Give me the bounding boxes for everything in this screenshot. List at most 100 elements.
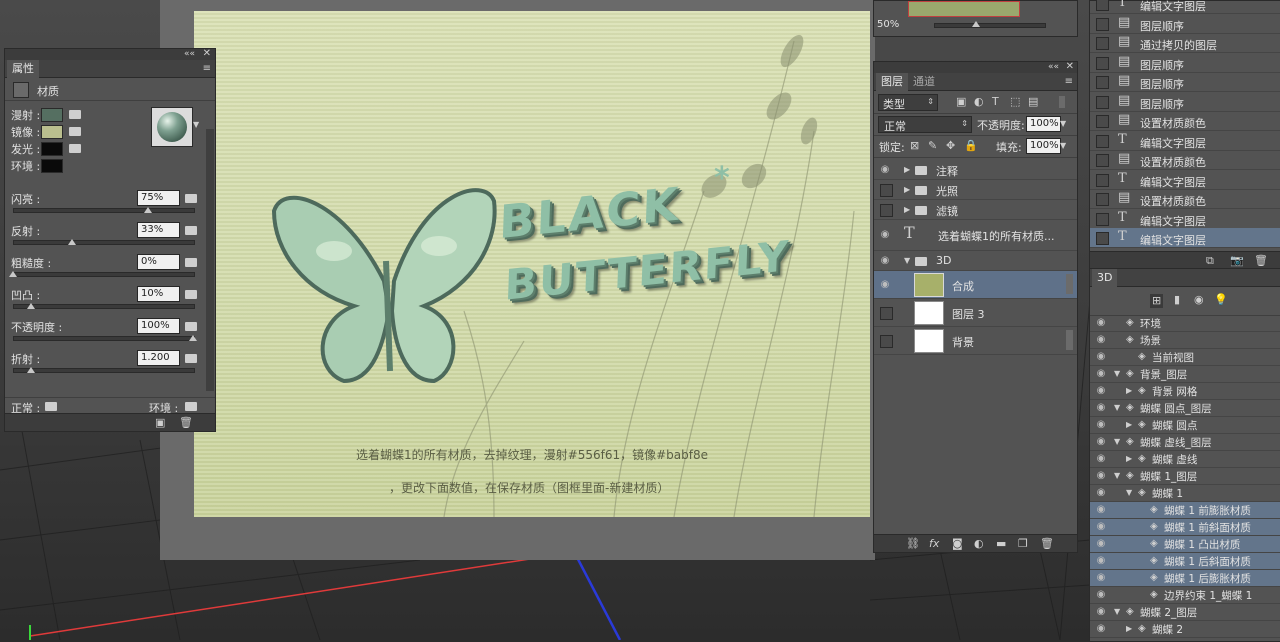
history-item[interactable]: T 编辑文字图层 xyxy=(1090,228,1280,248)
tab-properties[interactable]: 属性 xyxy=(7,60,39,78)
collapse-icon[interactable]: «« xyxy=(1048,61,1059,73)
link-layers-icon[interactable]: ⛓ xyxy=(906,538,920,550)
history-snapshot-box[interactable] xyxy=(1096,212,1109,226)
eye-icon[interactable]: ◉ xyxy=(1095,402,1107,414)
param-value-input[interactable]: 33% xyxy=(137,222,180,238)
eye-icon[interactable]: ◉ xyxy=(1095,317,1107,329)
new-document-from-state-icon[interactable]: ⧉ xyxy=(1206,255,1214,267)
eye-icon[interactable]: ◉ xyxy=(1095,470,1107,482)
eye-icon[interactable]: ◉ xyxy=(1095,351,1107,363)
document-canvas[interactable]: BLACK BUTTERFLY * 选着蝴蝶1的所有材质，去掉纹理，漫射#556… xyxy=(194,11,870,517)
history-item[interactable]: ▤ 图层顺序 xyxy=(1090,92,1280,112)
expand-arrow-icon[interactable]: ▶ xyxy=(1126,623,1132,635)
eye-icon[interactable]: ◉ xyxy=(1095,419,1107,431)
tab-channels[interactable]: 通道 xyxy=(908,73,940,91)
layer-row[interactable]: ◉ ▶ 注释 xyxy=(874,160,1077,180)
material-section-icon[interactable] xyxy=(13,82,29,98)
layer-row[interactable]: 背景 xyxy=(874,327,1077,355)
param-slider[interactable] xyxy=(13,304,195,309)
navigator-zoom-value[interactable]: 50% xyxy=(877,19,899,30)
param-value-input[interactable]: 1.200 xyxy=(137,350,180,366)
param-texture-folder-icon[interactable] xyxy=(185,322,197,331)
param-value-input[interactable]: 75% xyxy=(137,190,180,206)
param-texture-folder-icon[interactable] xyxy=(185,226,197,235)
history-snapshot-box[interactable] xyxy=(1096,17,1109,31)
history-item[interactable]: ▤ 设置材质颜色 xyxy=(1090,111,1280,131)
history-item[interactable]: ▤ 图层顺序 xyxy=(1090,53,1280,73)
history-item[interactable]: T 编辑文字图层 xyxy=(1090,131,1280,151)
layer-row[interactable]: ▶ 滤镜 xyxy=(874,200,1077,220)
eye-icon[interactable]: ◉ xyxy=(1095,538,1107,550)
visibility-box[interactable] xyxy=(880,335,893,348)
delete-material-icon[interactable]: 🗑 xyxy=(179,417,193,429)
history-item[interactable]: ▤ 图层顺序 xyxy=(1090,14,1280,34)
eye-icon[interactable]: ◉ xyxy=(1095,623,1107,635)
history-item[interactable]: T 编辑文字图层 xyxy=(1090,209,1280,229)
param-texture-folder-icon[interactable] xyxy=(185,290,197,299)
fx-icon[interactable]: fx xyxy=(929,538,939,550)
scene-item[interactable]: ◉ ◈ 环境 xyxy=(1090,315,1280,332)
filter-type-icon[interactable]: T xyxy=(992,96,999,108)
scene-item[interactable]: ◉ ◈ 蝴蝶 1 前膨胀材质 xyxy=(1090,502,1280,519)
scene-item[interactable]: ◉ ▼ ◈ 背景_图层 xyxy=(1090,366,1280,383)
scene-item[interactable]: ◉ ▶ ◈ 蝴蝶 2 xyxy=(1090,621,1280,638)
expand-arrow-icon[interactable]: ▼ xyxy=(1114,470,1120,482)
snapshot-camera-icon[interactable]: 📷 xyxy=(1230,255,1244,267)
filter-toggle[interactable] xyxy=(1059,96,1065,108)
filter-pixel-icon[interactable]: ▣ xyxy=(956,96,966,108)
param-slider[interactable] xyxy=(13,368,195,373)
visibility-box[interactable] xyxy=(880,204,893,217)
param-slider-thumb[interactable] xyxy=(9,271,17,277)
scene-item[interactable]: ◉ ▶ ◈ 蝴蝶 虚线 xyxy=(1090,451,1280,468)
fill-slider-toggle[interactable]: ▼ xyxy=(1060,140,1066,152)
environment-folder-icon[interactable] xyxy=(185,402,197,411)
param-slider[interactable] xyxy=(13,336,195,341)
properties-scrollbar[interactable] xyxy=(206,129,214,391)
scene-item[interactable]: ◉ ▼ ◈ 蝴蝶 1 xyxy=(1090,485,1280,502)
param-texture-folder-icon[interactable] xyxy=(185,354,197,363)
lock-paint-icon[interactable]: ✎ xyxy=(928,140,937,152)
history-item[interactable]: ▤ 通过拷贝的图层 xyxy=(1090,33,1280,53)
close-icon[interactable]: ✕ xyxy=(203,48,211,60)
expand-arrow-icon[interactable]: ▶ xyxy=(904,204,910,216)
blend-mode-dropdown[interactable]: 正常 ⇕ xyxy=(878,116,972,133)
expand-arrow-icon[interactable]: ▶ xyxy=(904,184,910,196)
properties-titlebar[interactable]: «« ✕ xyxy=(5,48,215,60)
scene-filter-icon[interactable]: ⊞ xyxy=(1150,294,1164,308)
delete-layer-icon[interactable]: 🗑 xyxy=(1040,538,1054,550)
color-swatch[interactable] xyxy=(41,159,63,173)
param-slider[interactable] xyxy=(13,208,195,213)
lock-all-icon[interactable]: 🔒 xyxy=(964,140,978,152)
navigator-zoom-slider[interactable] xyxy=(934,23,1046,28)
history-snapshot-box[interactable] xyxy=(1096,232,1109,245)
eye-icon[interactable]: ◉ xyxy=(1095,436,1107,448)
fill-input[interactable]: 100% xyxy=(1026,138,1061,154)
scene-item[interactable]: ◉ ◈ 蝴蝶 1 前斜面材质 xyxy=(1090,519,1280,536)
eye-icon[interactable]: ◉ xyxy=(1095,385,1107,397)
eye-icon[interactable]: ◉ xyxy=(1095,368,1107,380)
navigator-thumbnail[interactable] xyxy=(908,1,1020,17)
new-group-icon[interactable]: ▬ xyxy=(996,538,1006,550)
history-item[interactable]: ▤ 设置材质颜色 xyxy=(1090,189,1280,209)
eye-icon[interactable]: ◉ xyxy=(1095,453,1107,465)
collapse-icon[interactable]: «« xyxy=(184,48,195,60)
filter-shape-icon[interactable]: ⬚ xyxy=(1010,96,1020,108)
history-snapshot-box[interactable] xyxy=(1096,56,1109,70)
opacity-slider-toggle[interactable]: ▼ xyxy=(1060,118,1066,130)
eye-icon[interactable]: ◉ xyxy=(879,164,891,176)
history-item[interactable]: ▤ 设置材质颜色 xyxy=(1090,150,1280,170)
lock-transparent-icon[interactable]: ⊠ xyxy=(910,140,919,152)
color-swatch[interactable] xyxy=(41,125,63,139)
scene-item[interactable]: ◉ ◈ 边界约束 1_蝴蝶 1 xyxy=(1090,587,1280,604)
param-slider-thumb[interactable] xyxy=(27,303,35,309)
param-value-input[interactable]: 0% xyxy=(137,254,180,270)
texture-folder-icon[interactable] xyxy=(69,144,81,153)
expand-arrow-icon[interactable]: ▼ xyxy=(1126,487,1132,499)
scene-item[interactable]: ◉ ▼ ◈ 蝴蝶 圆点_图层 xyxy=(1090,400,1280,417)
scene-item[interactable]: ◉ ▼ ◈ 蝴蝶 虚线_图层 xyxy=(1090,434,1280,451)
tab-layers[interactable]: 图层 xyxy=(876,73,908,91)
scene-item[interactable]: ◉ ◈ 蝴蝶 1 凸出材质 xyxy=(1090,536,1280,553)
expand-arrow-icon[interactable]: ▶ xyxy=(904,164,910,176)
material-filter-icon[interactable]: ◉ xyxy=(1194,294,1204,306)
visibility-box[interactable] xyxy=(880,307,893,320)
